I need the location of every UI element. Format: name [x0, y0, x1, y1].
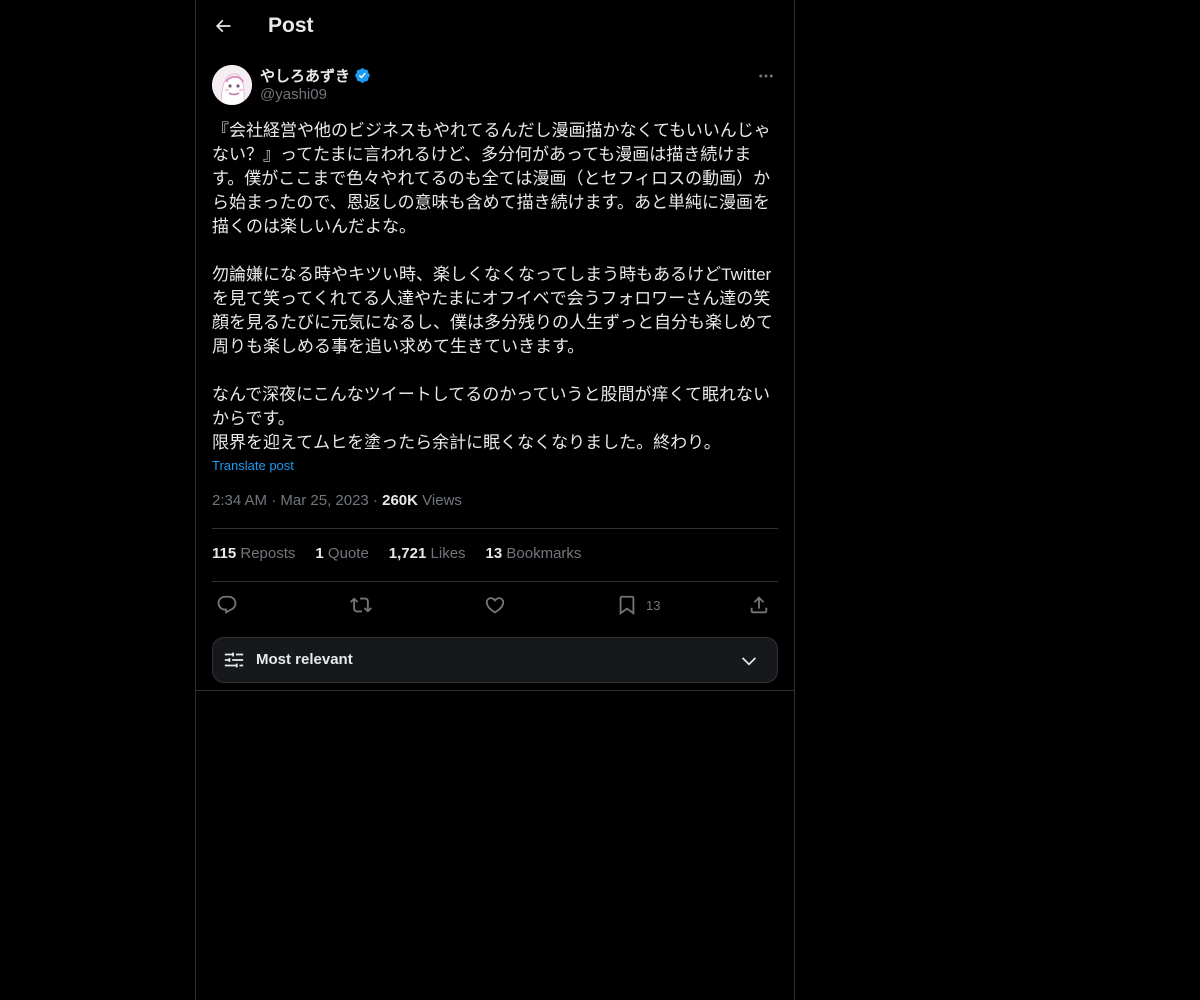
reposts-stat[interactable]: 115 Reposts [212, 545, 295, 562]
tweet-author: やしろあずき @yashi09 [212, 64, 778, 106]
sort-replies-dropdown[interactable]: Most relevant [212, 637, 778, 683]
reposts-label: Reposts [240, 545, 296, 562]
bookmarks-stat[interactable]: 13 Bookmarks [486, 545, 582, 562]
repost-button[interactable] [350, 590, 372, 620]
bookmarks-count: 13 [485, 545, 503, 562]
views-count: 260K [382, 492, 418, 509]
more-options-button[interactable] [754, 64, 778, 88]
bookmark-action-count: 13 [646, 597, 661, 613]
avatar[interactable] [212, 65, 252, 105]
share-button[interactable] [748, 590, 770, 620]
share-icon [750, 596, 768, 614]
reply-icon [217, 595, 237, 614]
more-dots-icon [759, 74, 773, 78]
translate-post-link[interactable]: Translate post [212, 458, 294, 473]
tweet-actions: 13 [212, 590, 778, 620]
author-handle[interactable]: @yashi09 [260, 86, 327, 103]
quotes-label: Quote [327, 545, 369, 562]
back-button[interactable] [208, 11, 238, 41]
likes-stat[interactable]: 1,721 Likes [389, 545, 466, 562]
divider [196, 690, 794, 691]
meta-separator: · [372, 492, 383, 509]
likes-label: Likes [430, 545, 466, 562]
back-arrow-icon [215, 19, 231, 33]
tweet-date[interactable]: Mar 25, 2023 [280, 492, 368, 509]
post-header: Post [196, 0, 794, 54]
reply-button[interactable] [216, 590, 238, 620]
heart-icon [485, 597, 505, 614]
divider [212, 528, 778, 529]
bookmark-icon [619, 595, 635, 616]
tweet-meta: 2:34 AM · Mar 25, 2023 · 260K Views [212, 492, 462, 509]
avatar-image [212, 65, 252, 105]
likes-count: 1,721 [388, 545, 427, 562]
bookmark-button[interactable]: 13 [616, 590, 660, 620]
views-label: Views [422, 492, 462, 509]
divider [212, 581, 778, 582]
sort-label: Most relevant [256, 651, 353, 668]
quotes-count: 1 [315, 545, 324, 562]
verified-badge-icon [355, 68, 370, 83]
like-button[interactable] [484, 590, 506, 620]
bookmarks-label: Bookmarks [506, 545, 582, 562]
meta-separator: · [271, 492, 281, 509]
primary-column: Post やしろあずき @yashi09 『会社経営や他のビジネスもやれてるんだ… [195, 0, 795, 1000]
tweet-text: 『会社経営や他のビジネスもやれてるんだし漫画描かなくてもいいんじゃない？』ってた… [212, 121, 773, 452]
reposts-count: 115 [212, 545, 237, 562]
chevron-down-icon [741, 657, 757, 666]
page-title: Post [268, 14, 314, 37]
quotes-stat[interactable]: 1 Quote [315, 545, 368, 562]
repost-icon [350, 597, 372, 613]
tweet-stats: 115 Reposts 1 Quote 1,721 Likes 13 Bookm… [212, 545, 581, 562]
tweet-time[interactable]: 2:34 AM [212, 492, 267, 509]
author-display-name[interactable]: やしろあずき [260, 65, 350, 86]
sliders-icon [224, 652, 244, 668]
